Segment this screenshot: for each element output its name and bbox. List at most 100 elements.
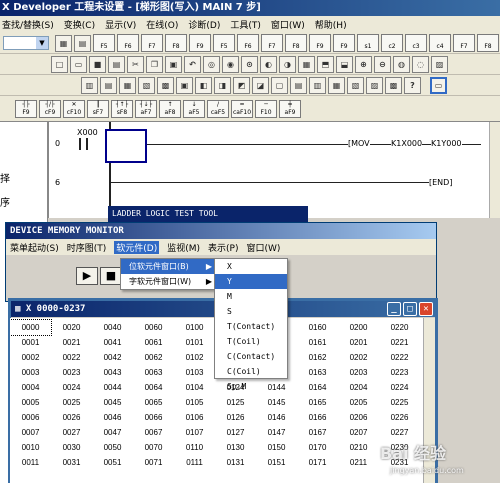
read-mode-icon[interactable]: ◐ — [260, 55, 277, 73]
device-cell[interactable]: 0101 — [174, 335, 215, 350]
vline-button[interactable]: ┃ sF7 — [87, 99, 109, 118]
device-cell[interactable]: 0067 — [133, 425, 174, 440]
device-cell[interactable]: 0022 — [51, 350, 92, 365]
device-cell[interactable]: 0210 — [338, 440, 379, 455]
find-device-icon[interactable]: ◎ — [203, 55, 220, 73]
comment-edit-icon[interactable]: ◨ — [214, 76, 231, 94]
device-cell[interactable]: 0001 — [10, 335, 51, 350]
device-cell[interactable]: 0011 — [10, 455, 51, 470]
menu-help[interactable]: 帮助(H) — [315, 18, 347, 31]
menu-devices[interactable]: 软元件(D) — [114, 240, 160, 254]
fkey-button[interactable]: F8 — [165, 34, 187, 52]
device-cell[interactable]: 0207 — [338, 425, 379, 440]
open-folder-icon[interactable]: ▭ — [70, 55, 87, 73]
contact-no-button[interactable]: ┤├ F9 — [15, 99, 37, 118]
device-cell[interactable]: 0102 — [174, 350, 215, 365]
device-cell[interactable]: 0226 — [379, 410, 420, 425]
options-icon[interactable]: ▩ — [385, 76, 402, 94]
device-cell[interactable]: 0211 — [338, 455, 379, 470]
note-edit-icon[interactable]: ◪ — [252, 76, 269, 94]
fkey-button[interactable]: c4 — [429, 34, 451, 52]
submenu-item-x[interactable]: X — [215, 259, 287, 274]
device-cell[interactable]: 0205 — [338, 395, 379, 410]
menu-online[interactable]: 在线(O) — [146, 18, 178, 31]
statement-edit-icon[interactable]: ◩ — [233, 76, 250, 94]
device-cell[interactable]: 0223 — [379, 365, 420, 380]
device-cell[interactable]: 0126 — [215, 410, 256, 425]
device-cell[interactable]: 0004 — [10, 380, 51, 395]
menu-monitor[interactable]: 监视(M) — [167, 241, 200, 254]
fkey-button[interactable]: s1 — [357, 34, 379, 52]
device-cell[interactable]: 0151 — [256, 455, 297, 470]
batch-monitor-icon[interactable]: ▥ — [309, 76, 326, 94]
device-cell[interactable]: 0171 — [297, 455, 338, 470]
device-cell[interactable]: 0070 — [133, 440, 174, 455]
device-cell[interactable]: 0111 — [174, 455, 215, 470]
device-cell[interactable]: 0071 — [133, 455, 174, 470]
menu-start[interactable]: 菜单起动(S) — [10, 241, 59, 254]
delete-button[interactable]: ✕ cF10 — [63, 99, 85, 118]
find-instruction-icon[interactable]: ◉ — [222, 55, 239, 73]
device-cell[interactable]: 0061 — [133, 335, 174, 350]
device-cell[interactable]: 0165 — [297, 395, 338, 410]
monitor-mode-icon[interactable]: ▦ — [298, 55, 315, 73]
device-cell[interactable]: 0042 — [92, 350, 133, 365]
device-cell[interactable]: 0025 — [51, 395, 92, 410]
device-cell[interactable]: 0131 — [215, 455, 256, 470]
device-cell[interactable]: 0110 — [174, 440, 215, 455]
undo-icon[interactable]: ↶ — [184, 55, 201, 73]
device-cell[interactable]: 0060 — [133, 320, 174, 335]
device-cell[interactable]: 0106 — [174, 410, 215, 425]
device-cell[interactable]: 0167 — [297, 425, 338, 440]
device-cell[interactable]: 0044 — [92, 380, 133, 395]
device-cell[interactable]: 0005 — [10, 395, 51, 410]
submenu-item-s[interactable]: S — [215, 304, 287, 319]
device-cell[interactable]: 0024 — [51, 380, 92, 395]
device-cell[interactable]: 0125 — [215, 395, 256, 410]
play-icon[interactable]: ▶ — [76, 267, 98, 285]
help-icon[interactable]: ? — [404, 76, 421, 94]
find-step-icon[interactable]: ⊙ — [241, 55, 258, 73]
device-cell[interactable]: 0050 — [92, 440, 133, 455]
fkey-button[interactable]: F9 — [333, 34, 355, 52]
zoom-out-icon[interactable]: ⊖ — [374, 55, 391, 73]
fkey-button[interactable]: F7 — [453, 34, 475, 52]
device-cell[interactable]: 0145 — [256, 395, 297, 410]
device-cell[interactable]: 0204 — [338, 380, 379, 395]
fkey-button[interactable]: F8 — [285, 34, 307, 52]
paste-icon[interactable]: ▣ — [165, 55, 182, 73]
fkey-button[interactable]: F8 — [477, 34, 499, 52]
fkey-button[interactable]: c3 — [405, 34, 427, 52]
edit-icon[interactable]: ▤ — [74, 34, 91, 52]
device-cell[interactable]: 0160 — [297, 320, 338, 335]
device-cell[interactable]: 0020 — [51, 320, 92, 335]
plc-write-icon[interactable]: ⬓ — [336, 55, 353, 73]
device-cell[interactable]: 0201 — [338, 335, 379, 350]
fkey-button[interactable]: F6 — [117, 34, 139, 52]
device-cell[interactable]: 0166 — [297, 410, 338, 425]
zoom-in-icon[interactable]: ⊕ — [355, 55, 372, 73]
fkey-button[interactable]: F5 — [93, 34, 115, 52]
word-device-window-item[interactable]: 字软元件窗口(W) ▶ — [121, 274, 215, 289]
submenu-item-c-contact[interactable]: C(Contact) — [215, 349, 287, 364]
submenu-item-sp-m[interactable]: Sp.M — [215, 379, 287, 394]
device-cell[interactable]: 0100 — [174, 320, 215, 335]
device-cell[interactable]: 0225 — [379, 395, 420, 410]
device-select[interactable]: ▼ — [3, 36, 49, 50]
device-cell[interactable]: 0031 — [51, 455, 92, 470]
copy-icon[interactable]: ❐ — [146, 55, 163, 73]
ladder-test-icon[interactable]: ▭ — [430, 76, 447, 94]
device-cell[interactable]: 0010 — [10, 440, 51, 455]
pulse-fall-button[interactable]: ┤↓├ aF7 — [135, 99, 157, 118]
fkey-button[interactable]: F6 — [237, 34, 259, 52]
menu-timing[interactable]: 时序图(T) — [67, 241, 107, 254]
device-cell[interactable]: 0043 — [92, 365, 133, 380]
menu-window[interactable]: 窗口(W) — [271, 18, 305, 31]
submenu-item-c-coil[interactable]: C(Coil) — [215, 364, 287, 379]
device-list-icon[interactable]: ▣ — [176, 76, 193, 94]
submenu-item-m[interactable]: M — [215, 289, 287, 304]
parameter-icon[interactable]: ▩ — [157, 76, 174, 94]
plc-read-icon[interactable]: ⬒ — [317, 55, 334, 73]
fkey-button[interactable]: F7 — [261, 34, 283, 52]
close-button[interactable]: ✕ — [419, 302, 433, 316]
